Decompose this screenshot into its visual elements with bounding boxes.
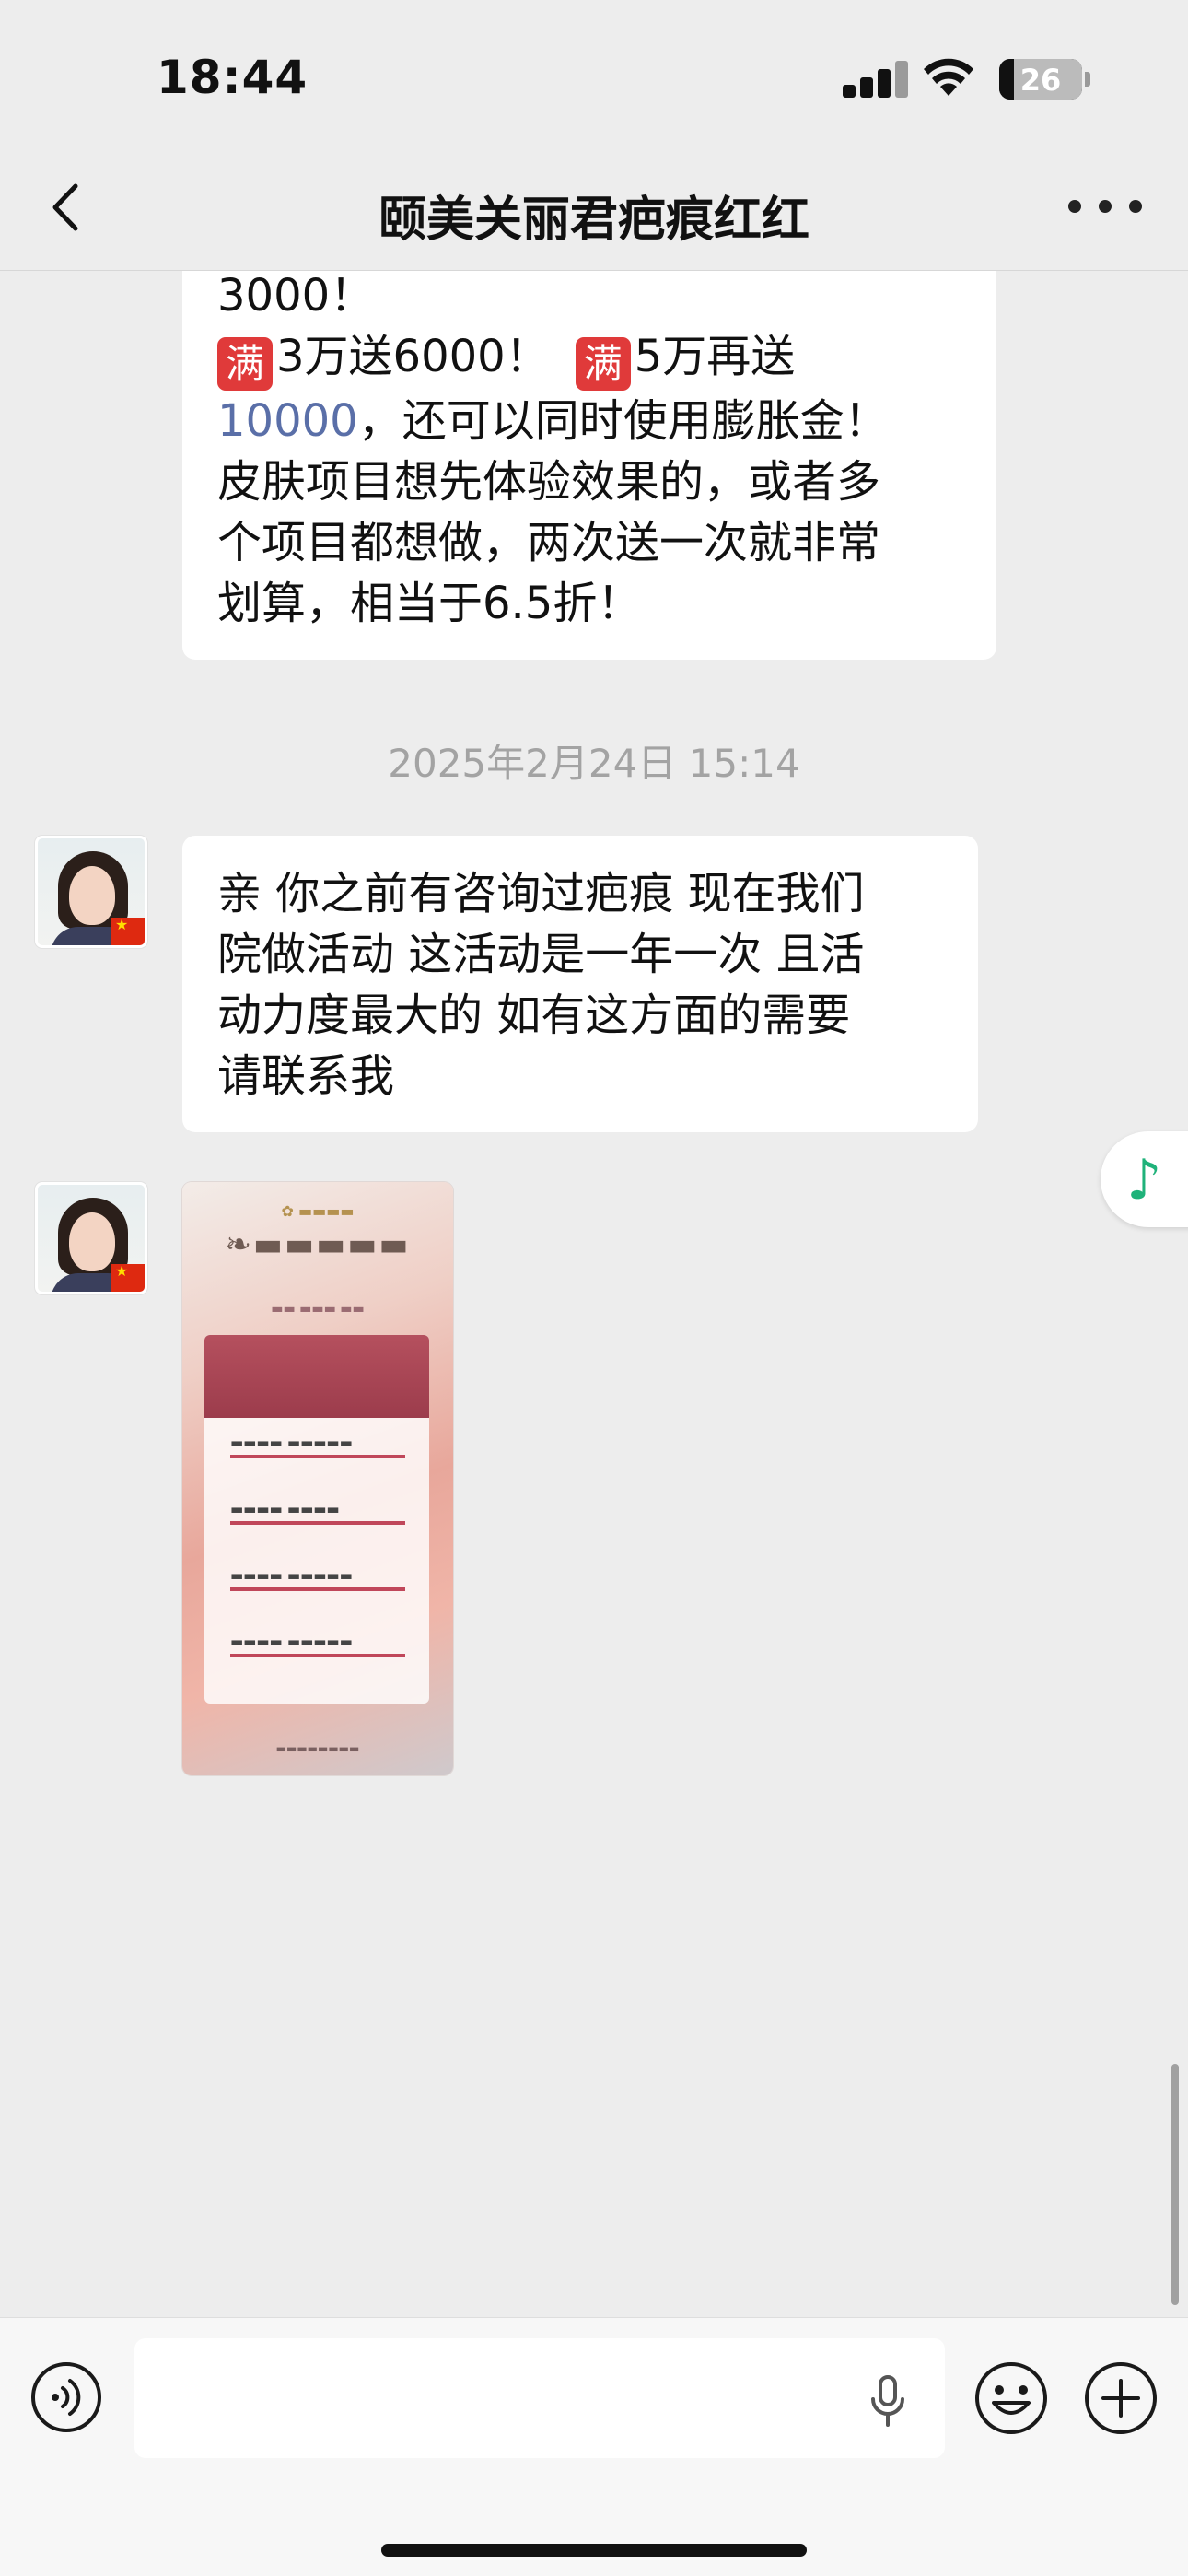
chat-nav-bar: 颐美关丽君疤痕红红 <box>0 147 1188 271</box>
message-line: 10000，还可以同时使用膨胀金！ <box>217 391 961 451</box>
emoji-icon[interactable] <box>973 2360 1049 2436</box>
promo-text: 3万送6000！ <box>276 331 550 382</box>
message-line: 院做活动 这活动是一年一次 且活 <box>217 929 865 980</box>
promo-text: 5万再送 <box>634 331 796 382</box>
message-timestamp: 2025年2月24日 15:14 <box>388 741 800 786</box>
microphone-icon[interactable] <box>862 2373 914 2429</box>
china-flag-icon <box>111 916 145 945</box>
promo-text: ，还可以同时使用膨胀金！ <box>357 395 889 447</box>
chat-input-bar <box>0 2317 1188 2576</box>
chat-title: 颐美关丽君疤痕红红 <box>378 193 809 248</box>
home-indicator[interactable] <box>381 2544 807 2557</box>
message-line: 3000！ <box>217 270 375 322</box>
message-input[interactable] <box>134 2338 945 2458</box>
china-flag-icon <box>111 1262 145 1292</box>
poster-subtitle: ▬▬ ▬▬▬ ▬▬ <box>271 1302 365 1317</box>
image-message-poster[interactable]: ✿ ▬▬▬▬ ❧▬▬▬▬▬ ▬▬ ▬▬▬ ▬▬ ▬▬▬▬ ▬▬▬▬▬ ▬▬▬▬ … <box>182 1182 453 1775</box>
message-bubble-consult[interactable]: 亲 你之前有咨询过疤痕 现在我们 院做活动 这活动是一年一次 且活 动力度最大的… <box>182 836 978 1132</box>
message-line: 个项目都想做，两次送一次就非常 <box>217 517 881 568</box>
cellular-signal-icon <box>843 61 909 98</box>
status-bar: 18:44 26 <box>0 0 1188 147</box>
message-line: 动力度最大的 如有这方面的需要 <box>217 989 851 1041</box>
message-bubble-promo[interactable]: 3000！ 满 3万送6000！满 5万再送 10000，还可以同时使用膨胀金！ 皮… <box>182 270 996 660</box>
poster-footer: ▬▬▬▬▬▬▬▬ <box>275 1742 360 1755</box>
contact-avatar[interactable] <box>35 836 147 948</box>
poster-heading: ❧▬▬▬▬▬ <box>225 1226 411 1263</box>
battery-percent: 26 <box>1019 63 1062 98</box>
full-tag-icon: 满 <box>575 337 631 391</box>
poster-logo: ✿ ▬▬▬▬ <box>281 1202 355 1220</box>
floating-music-button[interactable]: ♪ <box>1101 1131 1188 1227</box>
poster-offer-card: ▬▬▬▬ ▬▬▬▬▬ ▬▬▬▬ ▬▬▬▬ ▬▬▬▬ ▬▬▬▬▬ ▬▬▬▬ ▬▬▬… <box>204 1335 429 1704</box>
contact-avatar[interactable] <box>35 1182 147 1294</box>
full-tag-icon: 满 <box>217 337 273 391</box>
battery-tip <box>1085 72 1090 87</box>
voice-icon[interactable] <box>29 2360 103 2434</box>
message-line: 亲 你之前有咨询过疤痕 现在我们 <box>217 868 865 919</box>
music-note-icon: ♪ <box>1126 1148 1162 1212</box>
wifi-icon <box>924 58 973 96</box>
message-line: 满 3万送6000！满 5万再送 <box>217 326 961 391</box>
plus-icon[interactable] <box>1083 2360 1159 2436</box>
message-line: 请联系我 <box>217 1050 395 1102</box>
number-link[interactable]: 10000 <box>217 395 358 447</box>
battery-icon: 26 <box>999 59 1082 100</box>
message-line: 皮肤项目想先体验效果的，或者多 <box>217 456 881 508</box>
more-dots-icon[interactable] <box>1068 188 1142 225</box>
chat-scrollbar[interactable] <box>1171 2064 1179 2305</box>
message-line: 划算，相当于6.5折！ <box>217 578 642 629</box>
status-time: 18:44 <box>157 51 309 104</box>
